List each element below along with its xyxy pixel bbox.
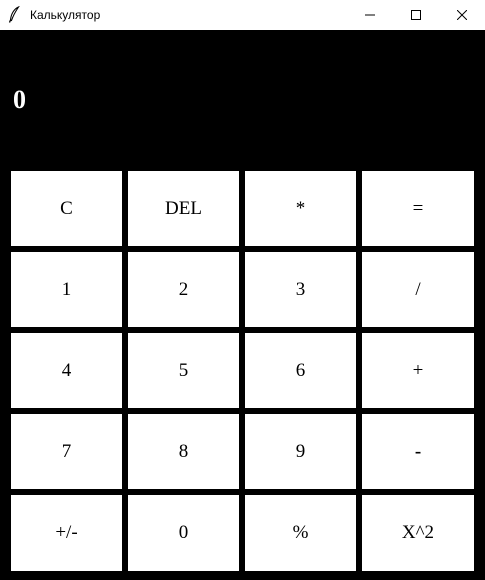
multiply-button[interactable]: * bbox=[242, 168, 359, 249]
feather-icon bbox=[8, 5, 22, 23]
digit-7-button[interactable]: 7 bbox=[8, 411, 125, 492]
window-title: Калькулятор bbox=[30, 8, 101, 22]
square-button[interactable]: X^2 bbox=[359, 492, 477, 574]
digit-4-button[interactable]: 4 bbox=[8, 330, 125, 411]
calculator-window: Калькулятор 0 C DEL * = 1 2 3 / 4 5 6 + … bbox=[0, 0, 485, 580]
minimize-button[interactable] bbox=[347, 0, 393, 30]
close-button[interactable] bbox=[439, 0, 485, 30]
digit-6-button[interactable]: 6 bbox=[242, 330, 359, 411]
digit-2-button[interactable]: 2 bbox=[125, 249, 242, 330]
equals-button[interactable]: = bbox=[359, 168, 477, 249]
clear-button[interactable]: C bbox=[8, 168, 125, 249]
digit-5-button[interactable]: 5 bbox=[125, 330, 242, 411]
digit-3-button[interactable]: 3 bbox=[242, 249, 359, 330]
percent-button[interactable]: % bbox=[242, 492, 359, 574]
divide-button[interactable]: / bbox=[359, 249, 477, 330]
digit-0-button[interactable]: 0 bbox=[125, 492, 242, 574]
display-value: 0 bbox=[13, 85, 26, 114]
maximize-icon bbox=[411, 10, 421, 20]
keypad: C DEL * = 1 2 3 / 4 5 6 + 7 8 9 - +/- 0 … bbox=[8, 168, 477, 574]
close-icon bbox=[457, 10, 467, 20]
add-button[interactable]: + bbox=[359, 330, 477, 411]
digit-9-button[interactable]: 9 bbox=[242, 411, 359, 492]
result-display: 0 bbox=[0, 30, 485, 168]
digit-8-button[interactable]: 8 bbox=[125, 411, 242, 492]
digit-1-button[interactable]: 1 bbox=[8, 249, 125, 330]
negate-button[interactable]: +/- bbox=[8, 492, 125, 574]
subtract-button[interactable]: - bbox=[359, 411, 477, 492]
maximize-button[interactable] bbox=[393, 0, 439, 30]
delete-button[interactable]: DEL bbox=[125, 168, 242, 249]
minimize-icon bbox=[365, 14, 375, 16]
title-bar[interactable]: Калькулятор bbox=[0, 0, 485, 30]
